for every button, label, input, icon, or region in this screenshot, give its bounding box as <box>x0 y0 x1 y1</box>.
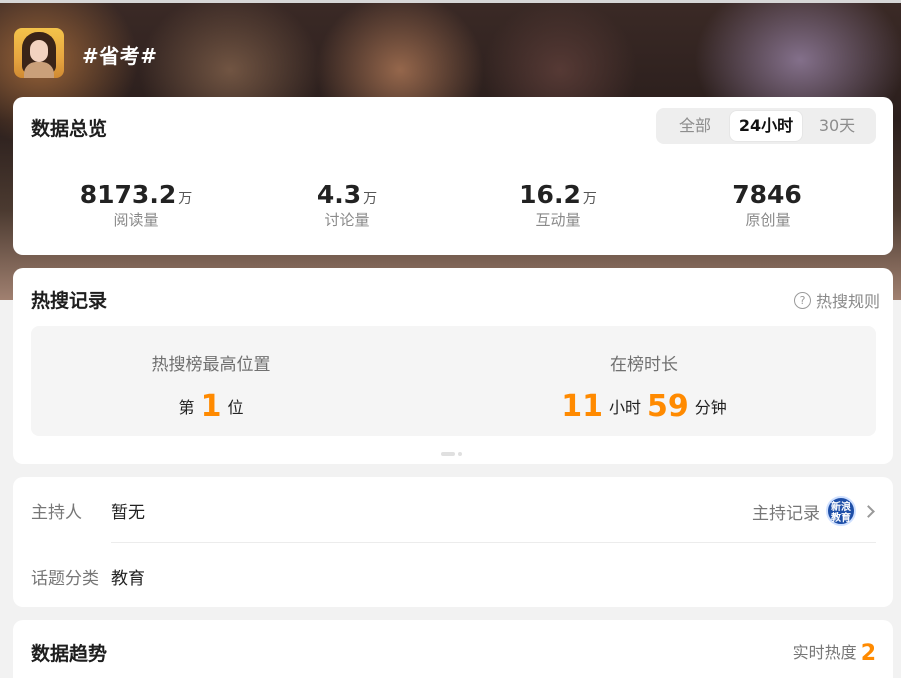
on-list-duration: 在榜时长 11 小时 59 分钟 <box>464 350 824 424</box>
hot-search-rules-link[interactable]: ? 热搜规则 <box>793 288 880 312</box>
stat-discussions-unit: 万 <box>363 191 378 207</box>
top-divider <box>0 0 901 3</box>
overview-card: 数据总览 全部 24小时 30天 8173.2 万 阅读量 4.3 万 讨论量 16… <box>13 97 893 255</box>
realtime-heat-value: 2 <box>860 641 876 666</box>
tab-all[interactable]: 全部 <box>659 111 731 141</box>
hot-search-rules-label: 热搜规则 <box>815 292 880 311</box>
duration-hours: 11 <box>561 389 603 424</box>
host-label: 主持人 <box>31 503 82 523</box>
trend-card: 数据趋势 实时热度 2 <box>13 620 893 678</box>
host-record-link[interactable]: 主持记录 新浪 教育 <box>752 496 875 526</box>
page-indicator <box>441 441 465 460</box>
best-position-label: 热搜榜最高位置 <box>151 355 271 375</box>
best-position-suffix: 位 <box>227 398 244 417</box>
stat-interactions-value: 16.2 <box>519 180 581 209</box>
trend-title: 数据趋势 <box>31 643 108 665</box>
stat-interactions-label: 互动量 <box>535 211 581 229</box>
duration-hours-unit: 小时 <box>608 398 641 417</box>
stat-reads-label: 阅读量 <box>113 211 159 229</box>
stat-interactions-unit: 万 <box>582 191 597 207</box>
hot-search-card: 热搜记录 ? 热搜规则 热搜榜最高位置 第1位 在榜时长 11 小时 59 分钟 <box>13 268 893 464</box>
page-dot <box>458 452 462 456</box>
host-record-label: 主持记录 <box>752 503 820 524</box>
best-position: 热搜榜最高位置 第1位 <box>31 350 391 424</box>
chevron-right-icon <box>862 504 875 518</box>
stat-reads-value: 8173.2 <box>79 180 177 209</box>
stat-interactions: 16.2 万 互动量 <box>468 180 648 230</box>
stat-originals: 7846 原创量 <box>678 180 858 230</box>
best-position-prefix: 第 <box>178 398 195 417</box>
hot-search-title: 热搜记录 <box>31 290 108 312</box>
overview-title: 数据总览 <box>31 118 108 140</box>
sina-education-badge: 新浪 教育 <box>826 496 856 526</box>
best-position-value: 1 <box>200 389 222 424</box>
duration-minutes: 59 <box>647 389 689 424</box>
tab-30d[interactable]: 30天 <box>801 111 873 141</box>
topic-avatar[interactable] <box>14 28 64 78</box>
host-value: 暂无 <box>111 503 145 523</box>
category-label: 话题分类 <box>31 569 99 589</box>
avatar-face <box>30 40 48 62</box>
stat-discussions: 4.3 万 讨论量 <box>257 180 437 230</box>
avatar-body <box>24 62 54 78</box>
duration-label: 在榜时长 <box>610 355 678 375</box>
help-icon: ? <box>793 291 811 309</box>
realtime-heat-label: 实时热度 <box>792 643 857 662</box>
category-value: 教育 <box>111 569 145 589</box>
tab-24h[interactable]: 24小时 <box>730 111 802 141</box>
row-divider <box>111 542 876 543</box>
stat-originals-label: 原创量 <box>745 211 791 229</box>
stat-reads-unit: 万 <box>178 191 193 207</box>
realtime-heat: 实时热度 2 <box>793 639 876 666</box>
stat-originals-value: 7846 <box>732 180 802 209</box>
stat-reads: 8173.2 万 阅读量 <box>46 180 226 230</box>
page-dot-active <box>441 452 455 456</box>
hot-search-summary: 热搜榜最高位置 第1位 在榜时长 11 小时 59 分钟 <box>31 326 876 436</box>
stat-discussions-label: 讨论量 <box>324 211 370 229</box>
topic-title: #省考# <box>82 44 158 68</box>
stat-discussions-value: 4.3 <box>316 180 362 209</box>
duration-minutes-unit: 分钟 <box>694 398 727 417</box>
time-range-selector: 全部 24小时 30天 <box>656 108 876 144</box>
topic-info-card: 主持人 暂无 主持记录 新浪 教育 话题分类 教育 <box>13 477 893 607</box>
